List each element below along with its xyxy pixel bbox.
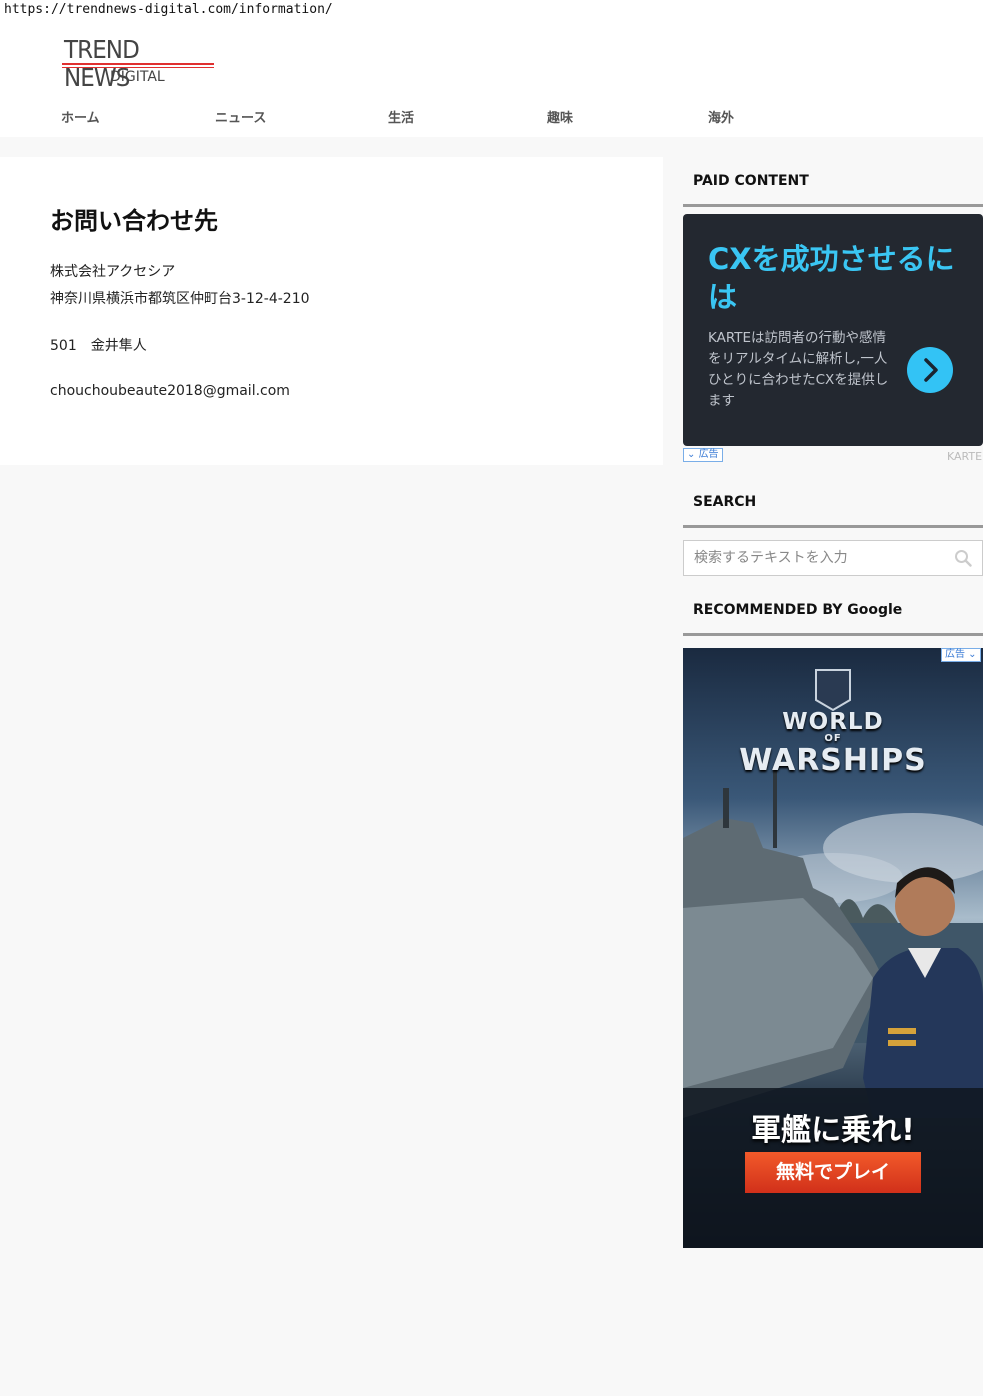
paid-content-title: PAID CONTENT bbox=[693, 173, 809, 189]
nav-item-life[interactable]: 生活 bbox=[388, 107, 414, 126]
ad-tagline: 軍艦に乗れ! bbox=[751, 1113, 915, 1148]
search-heading: SEARCH bbox=[683, 494, 983, 528]
play-free-button[interactable]: 無料でプレイ bbox=[745, 1152, 921, 1193]
nav-item-home[interactable]: ホーム bbox=[61, 107, 100, 126]
ad-label: 広告 bbox=[698, 449, 719, 460]
page-url: https://trendnews-digital.com/informatio… bbox=[4, 2, 333, 17]
nav-item-overseas[interactable]: 海外 bbox=[708, 107, 734, 126]
ad-choices-badge[interactable]: ⌄ 広告 bbox=[683, 448, 723, 462]
contact-email[interactable]: chouchoubeaute2018@gmail.com bbox=[50, 383, 290, 399]
page-title: お問い合わせ先 bbox=[50, 207, 218, 235]
search-title: SEARCH bbox=[693, 494, 757, 510]
heading-rule bbox=[683, 633, 983, 636]
recommended-heading: RECOMMENDED BY Google bbox=[683, 602, 983, 638]
game-logo-line3: WARSHIPS bbox=[739, 743, 927, 778]
heading-rule bbox=[683, 204, 983, 207]
ad-choices-badge[interactable]: 広告 ⌄ bbox=[941, 648, 981, 662]
ad-headline: CXを成功させるには bbox=[708, 242, 955, 314]
heading-rule bbox=[683, 525, 983, 528]
karte-ad[interactable]: CXを成功させるには KARTEは訪問者の行動や感情をリアルタイムに解析し,一人… bbox=[683, 214, 983, 446]
main-nav: ホーム ニュース 生活 趣味 海外 bbox=[0, 107, 983, 127]
site-logo[interactable]: TREND NEWS DIGITAL bbox=[62, 36, 214, 92]
chevron-right-icon[interactable] bbox=[907, 347, 953, 393]
recommended-title: RECOMMENDED BY Google bbox=[693, 602, 903, 618]
search-input[interactable] bbox=[684, 541, 964, 575]
paid-content-heading: PAID CONTENT bbox=[683, 173, 983, 207]
ad-label: 広告 bbox=[945, 649, 965, 660]
company-name: 株式会社アクセシア bbox=[50, 264, 176, 280]
logo-underline-thin bbox=[62, 67, 214, 68]
nav-item-news[interactable]: ニュース bbox=[215, 107, 266, 126]
search-box bbox=[683, 540, 983, 576]
game-logo: WORLD OF WARSHIPS bbox=[683, 710, 983, 778]
search-icon[interactable] bbox=[954, 549, 972, 567]
article-content: お問い合わせ先 株式会社アクセシア 神奈川県横浜市都筑区仲町台3-12-4-21… bbox=[0, 157, 663, 465]
warships-ad-banner[interactable]: WORLD OF WARSHIPS 軍艦に乗れ! 無料でプレイ 広告 ⌄ bbox=[683, 648, 983, 1248]
nav-item-hobby[interactable]: 趣味 bbox=[547, 107, 573, 126]
room-contact-person: 501 金井隼人 bbox=[50, 338, 147, 354]
logo-underline bbox=[62, 63, 214, 65]
ad-brand: KARTE bbox=[947, 450, 983, 463]
company-address: 神奈川県横浜市都筑区仲町台3-12-4-210 bbox=[50, 291, 310, 307]
game-logo-line1: WORLD bbox=[782, 709, 884, 735]
logo-line2: DIGITAL bbox=[110, 69, 165, 85]
ad-body: KARTEは訪問者の行動や感情をリアルタイムに解析し,一人ひとりに合わせたCXを… bbox=[708, 330, 889, 409]
